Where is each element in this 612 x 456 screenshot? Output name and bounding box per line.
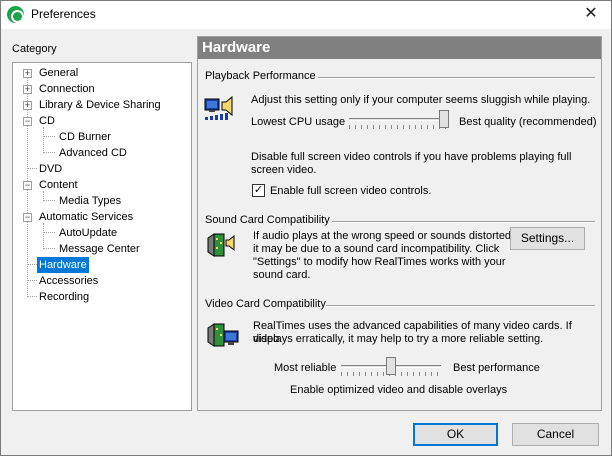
tree-item-autoupdate[interactable]: AutoUpdate bbox=[57, 225, 119, 241]
tree-connector bbox=[27, 280, 37, 281]
fullscreen-description-line: Disable full screen video controls if yo… bbox=[251, 151, 572, 163]
tree-connector bbox=[43, 127, 44, 151]
tree-item-library-device-sharing[interactable]: Library & Device Sharing bbox=[37, 97, 163, 113]
sound-description-line: it may be due to a sound card incompatib… bbox=[253, 243, 500, 255]
sound-description-line: sound card. bbox=[253, 269, 311, 281]
video-description-line: displays erratically, it may help to try… bbox=[253, 333, 544, 345]
tree-item-general[interactable]: General bbox=[37, 65, 80, 81]
cancel-button[interactable]: Cancel bbox=[512, 423, 599, 446]
tree-connector bbox=[27, 296, 37, 297]
video-slider-high-label: Best performance bbox=[453, 362, 540, 374]
cpu-quality-slider[interactable] bbox=[349, 110, 449, 134]
category-tree[interactable]: + + + − − − General Connection Library &… bbox=[12, 62, 192, 411]
video-section-title: Video Card Compatibility bbox=[205, 298, 326, 310]
collapse-icon[interactable]: − bbox=[23, 117, 32, 126]
collapse-icon[interactable]: − bbox=[23, 181, 32, 190]
expand-icon[interactable]: + bbox=[23, 85, 32, 94]
tree-connector bbox=[43, 223, 44, 247]
title-bar[interactable]: Preferences ✕ bbox=[1, 1, 611, 29]
sound-section-title: Sound Card Compatibility bbox=[205, 214, 330, 226]
sound-description-line: If audio plays at the wrong speed or sou… bbox=[253, 230, 515, 242]
fullscreen-checkbox[interactable]: ✓ bbox=[252, 184, 265, 197]
tree-connector bbox=[43, 136, 55, 137]
tree-item-advanced-cd[interactable]: Advanced CD bbox=[57, 145, 129, 161]
preferences-window: Preferences ✕ Category + + + − − − Gener… bbox=[0, 0, 612, 456]
video-slider-caption: Enable optimized video and disable overl… bbox=[290, 384, 508, 396]
tree-item-media-types[interactable]: Media Types bbox=[57, 193, 123, 209]
tree-item-accessories[interactable]: Accessories bbox=[37, 273, 100, 289]
section-divider bbox=[318, 77, 595, 79]
tree-connector bbox=[43, 248, 55, 249]
video-slider-low-label: Most reliable bbox=[274, 362, 337, 374]
tree-item-cd[interactable]: CD bbox=[37, 113, 57, 129]
tree-item-content[interactable]: Content bbox=[37, 177, 80, 193]
fullscreen-checkbox-label[interactable]: Enable full screen video controls. bbox=[270, 185, 431, 198]
tree-connector bbox=[27, 264, 37, 265]
tree-item-connection[interactable]: Connection bbox=[37, 81, 97, 97]
app-logo-icon bbox=[7, 6, 24, 23]
tree-item-automatic-services[interactable]: Automatic Services bbox=[37, 209, 135, 225]
section-divider bbox=[332, 221, 595, 223]
tree-connector bbox=[27, 168, 37, 169]
tree-connector bbox=[43, 152, 55, 153]
video-card-icon bbox=[207, 323, 239, 347]
playback-section-title: Playback Performance bbox=[205, 70, 316, 82]
slider-high-label: Best quality (recommended) bbox=[459, 116, 597, 128]
tree-connector bbox=[43, 232, 55, 233]
ok-button[interactable]: OK bbox=[413, 423, 498, 446]
slider-low-label: Lowest CPU usage bbox=[251, 116, 346, 128]
speaker-monitor-icon bbox=[204, 96, 233, 120]
tree-item-hardware[interactable]: Hardware bbox=[37, 257, 89, 273]
hardware-panel: Hardware Playback Performance Adjust thi… bbox=[197, 36, 602, 411]
collapse-icon[interactable]: − bbox=[23, 213, 32, 222]
slider-thumb[interactable] bbox=[386, 357, 396, 375]
tree-item-message-center[interactable]: Message Center bbox=[57, 241, 142, 257]
slider-track bbox=[349, 118, 449, 121]
section-divider bbox=[326, 305, 595, 307]
tree-item-cd-burner[interactable]: CD Burner bbox=[57, 129, 113, 145]
panel-title: Hardware bbox=[198, 37, 601, 59]
window-title: Preferences bbox=[31, 7, 96, 21]
fullscreen-description-line: screen video. bbox=[251, 164, 317, 176]
tree-item-dvd[interactable]: DVD bbox=[37, 161, 64, 177]
slider-ticks bbox=[349, 125, 449, 129]
sound-card-icon bbox=[207, 233, 235, 257]
expand-icon[interactable]: + bbox=[23, 101, 32, 110]
tree-item-recording[interactable]: Recording bbox=[37, 289, 91, 305]
tree-connector bbox=[43, 200, 55, 201]
slider-thumb[interactable] bbox=[439, 110, 449, 128]
category-label: Category bbox=[12, 43, 57, 55]
expand-icon[interactable]: + bbox=[23, 69, 32, 78]
settings-button[interactable]: Settings... bbox=[510, 227, 585, 250]
sound-description-line: "Settings" to modify how RealTimes works… bbox=[253, 256, 506, 268]
video-reliability-slider[interactable] bbox=[341, 357, 441, 381]
playback-description: Adjust this setting only if your compute… bbox=[251, 94, 591, 106]
close-button[interactable]: ✕ bbox=[571, 1, 611, 29]
